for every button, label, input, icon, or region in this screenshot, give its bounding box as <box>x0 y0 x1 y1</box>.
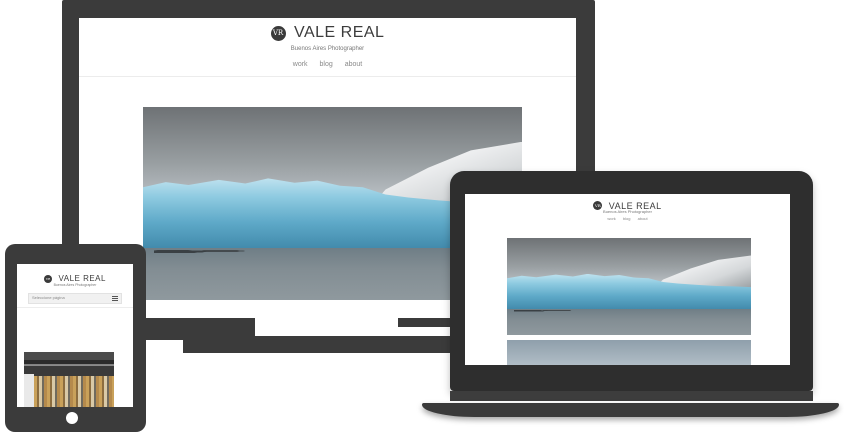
site-title: VALE REAL <box>293 24 385 41</box>
site-tagline: Buenos Aires Photographer <box>290 46 365 52</box>
nav-about[interactable]: about <box>638 216 648 221</box>
tablet-home-button[interactable] <box>66 412 78 424</box>
nav-blog[interactable]: blog <box>623 216 631 221</box>
nav-work[interactable]: work <box>607 216 615 221</box>
page-select-dropdown[interactable]: Seleccione página <box>28 293 122 304</box>
laptop-base <box>422 403 839 417</box>
hamburger-icon[interactable] <box>112 296 118 301</box>
site-header: VR VALE REAL Buenos Aires Photographer w… <box>79 18 576 77</box>
site-nav: work blog about <box>465 216 790 221</box>
gallery-photo[interactable] <box>24 352 114 407</box>
monitor-base <box>183 336 453 353</box>
nav-work[interactable]: work <box>293 61 308 68</box>
laptop-screen: VR VALE REAL Buenos Aires Photographer w… <box>465 194 790 365</box>
stand-gap <box>255 318 398 336</box>
page-select-placeholder: Seleccione página <box>32 295 65 300</box>
tablet-screen: VR VALE REAL Buenos Aires Photographer S… <box>17 264 133 407</box>
site-tagline: Buenos Aires Photographer <box>53 283 97 287</box>
logo-monogram: VR <box>44 274 53 283</box>
site-header: VR VALE REAL Buenos Aires Photographer w… <box>465 194 790 224</box>
nav-about[interactable]: about <box>345 61 363 68</box>
featured-photo[interactable] <box>507 238 751 335</box>
logo-monogram: VR <box>270 25 286 41</box>
laptop-hinge <box>450 391 813 401</box>
site-nav: work blog about <box>79 61 576 68</box>
site-title: VALE REAL <box>58 274 106 284</box>
second-photo[interactable] <box>507 340 751 365</box>
site-logo[interactable]: VR VALE REAL <box>79 24 576 42</box>
nav-blog[interactable]: blog <box>320 61 333 68</box>
site-tagline: Buenos Aires Photographer <box>603 209 652 214</box>
tablet-divider <box>17 307 133 308</box>
